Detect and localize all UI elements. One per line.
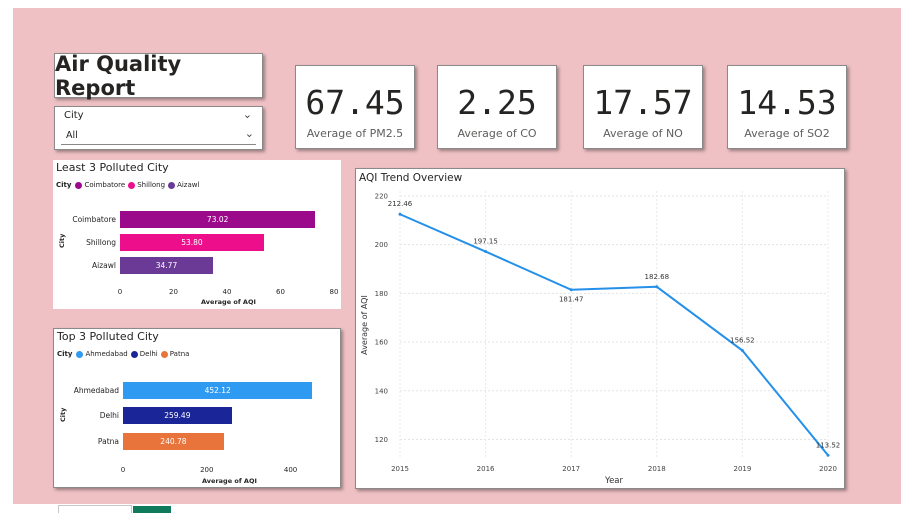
legend-item[interactable]: Patna [160, 350, 190, 358]
category-label: Coimbatore [72, 215, 116, 224]
slicer-label: City [64, 110, 84, 121]
x-tick-label: 40 [222, 288, 232, 296]
y-tick-label: 140 [375, 387, 388, 395]
legend-label: Aizawl [177, 181, 200, 189]
data-label: 73.02 [206, 215, 229, 224]
page-tab[interactable] [58, 505, 132, 513]
y-tick-label: 220 [375, 192, 388, 200]
kpi-card-pm25[interactable]: 67.45 Average of PM2.5 [295, 65, 415, 149]
category-label: Patna [97, 437, 119, 446]
x-tick-label: 2019 [733, 465, 751, 473]
legend-dot [168, 181, 176, 189]
legend-title: City [56, 181, 72, 189]
category-label: Aizawl [92, 261, 116, 270]
legend-item[interactable]: Coimbatore [75, 181, 125, 189]
kpi-label: Average of SO2 [744, 127, 830, 140]
data-point [484, 250, 488, 254]
y-tick-label: 160 [375, 339, 388, 347]
kpi-value: 67.45 [305, 83, 405, 122]
chart-legend: City Coimbatore Shillong Aizawl [56, 181, 202, 189]
x-tick-label: 2018 [648, 465, 666, 473]
report-title: Air Quality Report [54, 52, 263, 100]
category-label: Shillong [86, 238, 116, 247]
data-label: 113.52 [816, 441, 841, 449]
data-point [569, 288, 573, 292]
legend-dot [128, 181, 136, 189]
legend-item[interactable]: Ahmedabad [76, 350, 128, 358]
data-label: 34.77 [155, 261, 178, 270]
y-tick-label: 180 [375, 290, 388, 298]
kpi-card-no[interactable]: 17.57 Average of NO [583, 65, 703, 149]
legend-dot [76, 350, 84, 358]
y-axis-title: Average of AQI [360, 295, 369, 355]
x-tick-label: 2020 [819, 465, 837, 473]
data-label: 197.15 [473, 238, 498, 246]
line-chart-svg: AQI Trend Overview 120 140 160 180 200 220 2015… [359, 172, 841, 486]
legend-item[interactable]: Shillong [128, 181, 165, 189]
chart-title: AQI Trend Overview [359, 172, 463, 184]
data-label: 259.49 [164, 411, 191, 420]
x-tick-label: 2016 [477, 465, 495, 473]
chart-title: Top 3 Polluted City [57, 330, 159, 343]
data-label: 240.78 [160, 437, 187, 446]
legend-item[interactable]: Delhi [130, 350, 158, 358]
kpi-label: Average of NO [603, 127, 683, 140]
chevron-down-icon[interactable]: ⌄ [245, 127, 254, 140]
kpi-value: 14.53 [737, 83, 837, 122]
chevron-down-icon[interactable]: ⌄ [243, 108, 252, 121]
kpi-label: Average of PM2.5 [306, 127, 404, 140]
kpi-value: 17.57 [593, 83, 693, 122]
legend-label: Coimbatore [84, 181, 126, 189]
kpi-value: 2.25 [457, 83, 537, 122]
chart-legend: City Ahmedabad Delhi Patna [57, 350, 192, 358]
legend-label: Ahmedabad [85, 350, 128, 358]
x-axis-title: Year [604, 476, 624, 486]
x-tick-label: 200 [200, 466, 214, 474]
y-tick-label: 200 [375, 241, 388, 249]
legend-label: Patna [169, 350, 190, 358]
least-polluted-chart[interactable]: Least 3 Polluted City City Coimbatore Sh… [53, 160, 341, 309]
slicer-dropdown[interactable]: All ⌄ [61, 127, 256, 145]
legend-title: City [57, 350, 73, 358]
data-label: 156.52 [730, 337, 755, 345]
legend-dot [130, 350, 138, 358]
data-point [826, 453, 830, 457]
y-tick-label: 120 [375, 436, 388, 444]
x-tick-label: 0 [117, 288, 123, 296]
aqi-trend-chart[interactable]: AQI Trend Overview 120 140 160 180 200 220 2015… [355, 168, 845, 489]
data-point [740, 349, 744, 353]
legend-item[interactable]: Aizawl [168, 181, 199, 189]
x-tick-label: 400 [283, 466, 298, 474]
data-label: 53.80 [181, 238, 203, 247]
legend-label: Shillong [137, 181, 166, 189]
x-tick-label: 80 [329, 288, 339, 296]
legend-label: Delhi [139, 350, 158, 358]
data-point [398, 212, 402, 216]
page-tab-active[interactable] [133, 506, 171, 513]
data-label: 452.12 [204, 386, 231, 395]
top-polluted-chart[interactable]: Top 3 Polluted City City Ahmedabad Delhi… [53, 328, 341, 488]
x-axis-title: Average of AQI [202, 477, 257, 485]
kpi-card-co[interactable]: 2.25 Average of CO [437, 65, 557, 149]
data-label: 182.68 [645, 273, 670, 281]
category-label: Delhi [99, 411, 119, 420]
x-tick-label: 60 [276, 288, 285, 296]
legend-dot [75, 181, 83, 189]
legend-dot [160, 350, 168, 358]
x-tick-label: 2015 [391, 465, 409, 473]
x-axis-title: Average of AQI [201, 298, 256, 306]
city-slicer[interactable]: City ⌄ All ⌄ [54, 106, 263, 150]
x-tick-label: 2017 [562, 465, 580, 473]
kpi-card-so2[interactable]: 14.53 Average of SO2 [727, 65, 847, 149]
slicer-value: All [66, 130, 78, 141]
x-tick-label: 20 [169, 288, 178, 296]
kpi-label: Average of CO [457, 127, 537, 140]
data-label: 181.47 [559, 296, 584, 304]
chart-title: Least 3 Polluted City [56, 161, 169, 174]
data-point [655, 285, 659, 289]
x-tick-label: 0 [120, 466, 126, 474]
data-label: 212.46 [388, 200, 413, 208]
category-label: Ahmedabad [73, 386, 119, 395]
trend-line [399, 213, 829, 456]
